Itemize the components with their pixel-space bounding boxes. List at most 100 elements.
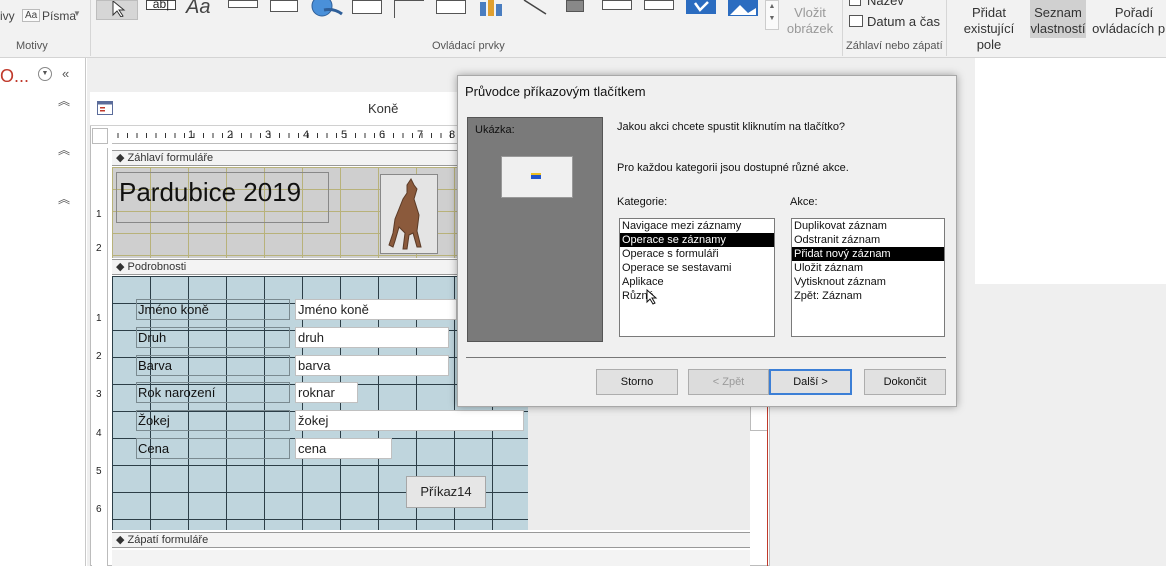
section-marker-icon: ◆	[116, 152, 128, 164]
hyperlink-control-icon[interactable]	[310, 0, 344, 21]
vertical-scrollbar-thumb[interactable]	[750, 405, 768, 431]
collapse-group-icon[interactable]: ︽	[58, 190, 70, 207]
property-sheet-line2: vlastností	[1030, 21, 1086, 36]
gallery-more-button[interactable]: ▲ ▼	[765, 0, 779, 30]
form-footer-section-label: Zápatí formuláře	[127, 534, 209, 546]
image-control-icon[interactable]	[728, 0, 758, 16]
actions-listbox[interactable]: Duplikovat záznam Odstranit záznam Přida…	[791, 218, 945, 337]
ruler-ticks	[117, 133, 451, 138]
action-item[interactable]: Vytisknout záznam	[792, 275, 944, 289]
field-color[interactable]: barva	[295, 355, 449, 376]
action-item[interactable]: Zpět: Záznam	[792, 289, 944, 303]
ruler-number: 1	[96, 313, 102, 324]
date-time-label: Datum a čas	[867, 14, 940, 29]
button-control-icon[interactable]	[228, 0, 258, 8]
tab-order-line2: ovládacích prv	[1092, 21, 1166, 36]
label-price[interactable]: Cena	[136, 438, 290, 459]
collapse-group-icon[interactable]: ︽	[58, 92, 70, 109]
category-item[interactable]: Různé	[620, 289, 774, 303]
chart-control-icon[interactable]	[478, 0, 506, 19]
action-item[interactable]: Duplikovat záznam	[792, 219, 944, 233]
chevron-down-icon: ▼	[73, 9, 81, 18]
form-title-label[interactable]: Pardubice 2019	[116, 172, 329, 223]
label-color[interactable]: Barva	[136, 355, 290, 376]
field-birth-year[interactable]: roknar	[295, 382, 358, 403]
category-item[interactable]: Operace s formuláři	[620, 247, 774, 261]
form-icon	[97, 101, 113, 115]
form-selector-box[interactable]	[92, 128, 108, 144]
web-browser-control-icon[interactable]	[352, 0, 382, 14]
cancel-button[interactable]: Storno	[596, 369, 678, 395]
select-tool-button[interactable]	[96, 0, 138, 20]
field-jockey[interactable]: žokej	[295, 410, 524, 431]
back-button[interactable]: < Zpět	[688, 369, 769, 395]
page-width-marker	[767, 405, 768, 566]
ribbon: ivy Aa Písma ▼ Motivy ab| Aa ▲ ▼ Ovládací…	[0, 0, 1166, 58]
ruler-number: 7	[417, 129, 424, 141]
ruler-number: 1	[96, 209, 102, 220]
category-item[interactable]: Operace se sestavami	[620, 261, 774, 275]
action-item[interactable]: Odstranit záznam	[792, 233, 944, 247]
finish-button[interactable]: Dokončit	[864, 369, 946, 395]
nav-filter-icon[interactable]: ▼	[38, 67, 52, 81]
form-footer-section-bar[interactable]: ◆ Zápatí formuláře	[112, 532, 750, 548]
label-jockey[interactable]: Žokej	[136, 410, 290, 431]
collapse-group-icon[interactable]: ︽	[58, 141, 70, 158]
categories-label: Kategorie:	[617, 196, 668, 208]
navigation-pane: O... ▼ « ︽ ︽ ︽	[0, 58, 86, 566]
rectangle-control-icon[interactable]	[566, 0, 584, 12]
line-control-icon[interactable]	[520, 0, 550, 19]
category-item[interactable]: Aplikace	[620, 275, 774, 289]
insert-image-line2: obrázek	[786, 21, 834, 36]
checkbox-control-icon[interactable]	[686, 0, 716, 14]
property-sheet-button[interactable]: Seznam vlastností	[1030, 0, 1086, 38]
ruler-number: 4	[303, 129, 310, 141]
ruler-number: 5	[96, 466, 102, 477]
label-birth-year[interactable]: Rok narození	[136, 382, 290, 403]
next-button[interactable]: Další >	[769, 369, 852, 395]
text-box-control-icon[interactable]: ab|	[146, 0, 176, 10]
field-price[interactable]: cena	[295, 438, 392, 459]
preview-label: Ukázka:	[475, 124, 515, 136]
header-footer-group-label: Záhlaví nebo zápatí	[846, 40, 943, 52]
insert-image-button[interactable]: Vložit obrázek	[782, 4, 838, 38]
workspace-blank	[975, 58, 1166, 284]
option-group-control-icon[interactable]	[436, 0, 466, 14]
property-sheet-line1: Seznam	[1034, 5, 1082, 20]
category-item-selected[interactable]: Operace se záznamy	[620, 233, 774, 247]
command-button-prikaz14[interactable]: Příkaz14	[406, 476, 486, 508]
action-item[interactable]: Uložit záznam	[792, 261, 944, 275]
dialog-title: Průvodce příkazovým tlačítkem	[465, 84, 646, 99]
vertical-ruler: 1 2 1 2 3 4 5 6	[92, 148, 108, 566]
horse-image[interactable]	[380, 174, 438, 254]
categories-listbox[interactable]: Navigace mezi záznamy Operace se záznamy…	[619, 218, 775, 337]
label-horse-name[interactable]: Jméno koně	[136, 299, 290, 320]
detail-section-label: Podrobnosti	[127, 261, 187, 273]
ruler-number: 2	[96, 243, 102, 254]
label-breed[interactable]: Druh	[136, 327, 290, 348]
fonts-button[interactable]: Písma	[42, 9, 76, 23]
form-header-section-bar[interactable]: ◆ Záhlaví formuláře	[112, 150, 457, 166]
navigation-control-icon[interactable]	[394, 0, 424, 18]
collapse-pane-icon[interactable]: «	[62, 66, 69, 81]
form-tab-title[interactable]: Koně	[368, 101, 398, 116]
nav-pane-title[interactable]: O...	[0, 66, 29, 87]
field-horse-name[interactable]: Jméno koně	[295, 299, 457, 320]
detail-section-bar[interactable]: ◆ Podrobnosti	[112, 259, 457, 275]
action-item-selected[interactable]: Přidat nový záznam	[792, 247, 944, 261]
tab-control-icon[interactable]	[270, 0, 298, 12]
tab-order-button[interactable]: Pořadí ovládacích prv	[1086, 4, 1166, 38]
category-item[interactable]: Navigace mezi záznamy	[620, 219, 774, 233]
list-box-control-icon[interactable]	[644, 0, 674, 10]
themes-fragment[interactable]: ivy	[0, 9, 15, 23]
add-fields-line1: Přidat	[972, 5, 1006, 20]
actions-label: Akce:	[790, 196, 818, 208]
add-existing-fields-button[interactable]: Přidat existující pole	[950, 4, 1028, 52]
combo-box-control-icon[interactable]	[602, 0, 632, 10]
label-control-icon[interactable]: Aa	[186, 0, 210, 19]
ruler-number: 4	[96, 428, 102, 439]
ribbon-divider	[946, 0, 947, 56]
field-breed[interactable]: druh	[295, 327, 449, 348]
dialog-separator	[466, 357, 946, 358]
dialog-question: Jakou akci chcete spustit kliknutím na t…	[617, 121, 846, 133]
